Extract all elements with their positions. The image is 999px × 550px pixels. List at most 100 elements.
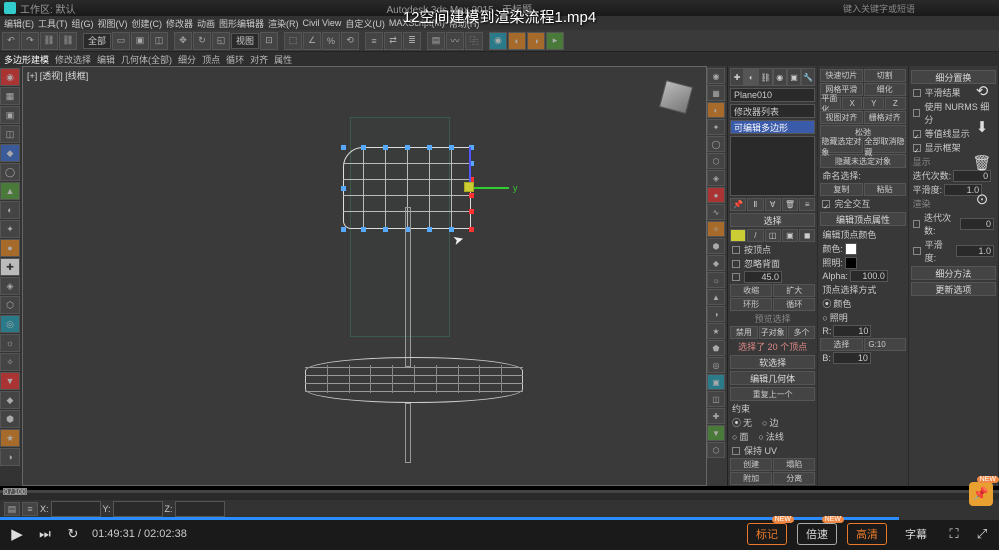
- ribbon-geom[interactable]: 几何体(全部): [121, 53, 172, 66]
- loop-button[interactable]: 循环: [773, 298, 815, 311]
- color-swatch[interactable]: [845, 243, 857, 255]
- schematic-button[interactable]: ⿻: [465, 32, 483, 50]
- copy-button[interactable]: 复制: [820, 183, 862, 196]
- vt-btn-16[interactable]: ★: [707, 323, 725, 339]
- use-nurms-check[interactable]: [913, 109, 921, 117]
- tessellate-button[interactable]: 细化: [864, 83, 906, 96]
- align-button[interactable]: ≣: [403, 32, 421, 50]
- layer-button[interactable]: ▤: [427, 32, 445, 50]
- viewport[interactable]: [+] [透视] [线框]: [22, 66, 707, 486]
- snap-button[interactable]: ⬚: [284, 32, 302, 50]
- vt-btn-13[interactable]: ☼: [707, 272, 725, 288]
- b-spinner[interactable]: 10: [833, 352, 871, 364]
- vt-btn-12[interactable]: ◆: [707, 255, 725, 271]
- link-button[interactable]: ⛓: [40, 32, 58, 50]
- mark-button[interactable]: 标记NEW: [747, 523, 787, 545]
- r-spinner[interactable]: 10: [833, 325, 871, 337]
- preview-multi[interactable]: 多个: [788, 326, 816, 339]
- paste-button[interactable]: 粘贴: [864, 183, 906, 196]
- lt-btn-2[interactable]: ▦: [0, 87, 20, 105]
- alpha-spinner[interactable]: 100.0: [850, 270, 888, 282]
- rollout-softsel[interactable]: 软选择: [730, 355, 815, 369]
- pivot-button[interactable]: ⊡: [260, 32, 278, 50]
- menu-tools[interactable]: 工具(T): [38, 17, 68, 30]
- vt-btn-14[interactable]: ▲: [707, 289, 725, 305]
- lt-btn-16[interactable]: ✧: [0, 353, 20, 371]
- menu-civil[interactable]: Civil View: [303, 18, 342, 28]
- ribbon-polymodel[interactable]: 多边形建模: [4, 53, 49, 66]
- lt-btn-12[interactable]: ◈: [0, 277, 20, 295]
- vt-btn-21[interactable]: ✚: [707, 408, 725, 424]
- lt-btn-17[interactable]: ▼: [0, 372, 20, 390]
- tab-utilities[interactable]: 🔧: [801, 68, 815, 86]
- vt-btn-5[interactable]: ◯: [707, 136, 725, 152]
- named-sel-button[interactable]: ≡: [365, 32, 383, 50]
- ref-coord[interactable]: 视图: [231, 33, 259, 49]
- vt-btn-22[interactable]: ▼: [707, 425, 725, 441]
- menu-group[interactable]: 组(G): [72, 17, 94, 30]
- curve-editor-button[interactable]: 〰: [446, 32, 464, 50]
- select-button[interactable]: ▭: [112, 32, 130, 50]
- selection-filter[interactable]: 全部: [83, 33, 111, 49]
- render-button[interactable]: ▸: [546, 32, 564, 50]
- coord-z-field[interactable]: [175, 501, 225, 517]
- subobj-border[interactable]: ◫: [765, 229, 781, 242]
- timeline[interactable]: 0 / 100: [0, 490, 999, 500]
- ribbon-props[interactable]: 属性: [274, 53, 292, 66]
- by-angle-check[interactable]: [732, 273, 740, 281]
- quality-button[interactable]: 高清: [847, 523, 887, 545]
- lt-btn-9[interactable]: ✦: [0, 220, 20, 238]
- by-vertex-check[interactable]: [732, 246, 740, 254]
- viewcube[interactable]: [656, 77, 696, 117]
- pip-button[interactable]: ⛶: [945, 525, 963, 543]
- vt-btn-6[interactable]: ⬡: [707, 153, 725, 169]
- subobj-vertex[interactable]: ·: [730, 229, 746, 242]
- modifier-stack[interactable]: [730, 136, 815, 196]
- lt-btn-19[interactable]: ⬢: [0, 410, 20, 428]
- hide-sel-button[interactable]: 隐藏选定对象: [820, 140, 862, 153]
- show-end-result-button[interactable]: Ⅱ: [747, 198, 763, 211]
- vt-btn-3[interactable]: ◐: [707, 102, 725, 118]
- viewport-label[interactable]: [+] [透视] [线框]: [27, 69, 88, 82]
- ribbon-vertex[interactable]: 顶点: [202, 53, 220, 66]
- planar-x[interactable]: X: [842, 97, 863, 110]
- search-hint[interactable]: 键入关键字或短语: [843, 2, 915, 15]
- lt-btn-4[interactable]: ◫: [0, 125, 20, 143]
- lt-btn-13[interactable]: ⬡: [0, 296, 20, 314]
- percent-snap-button[interactable]: %: [322, 32, 340, 50]
- rollout-update-opts[interactable]: 更新选项: [911, 282, 996, 296]
- lt-btn-20[interactable]: ★: [0, 429, 20, 447]
- smooth-result-check[interactable]: [913, 89, 921, 97]
- menu-graph[interactable]: 图形编辑器: [219, 17, 264, 30]
- vt-btn-9[interactable]: ∿: [707, 204, 725, 220]
- play-button[interactable]: ▶: [8, 525, 26, 543]
- share-icon[interactable]: ⟲: [971, 80, 993, 102]
- vt-btn-18[interactable]: ◎: [707, 357, 725, 373]
- menu-custom[interactable]: 自定义(U): [345, 17, 385, 30]
- menu-create[interactable]: 创建(C): [132, 17, 163, 30]
- vt-btn-4[interactable]: ✦: [707, 119, 725, 135]
- timeline-handle[interactable]: 0 / 100: [3, 488, 27, 495]
- more-icon[interactable]: ⊙: [971, 188, 993, 210]
- maxscript-listener-icon[interactable]: ▤: [4, 502, 20, 516]
- illum-swatch[interactable]: [845, 257, 857, 269]
- angle-snap-button[interactable]: ∠: [303, 32, 321, 50]
- vt-btn-11[interactable]: ⬢: [707, 238, 725, 254]
- pin-button[interactable]: NEW: [969, 482, 993, 506]
- subtitle-button[interactable]: 字幕: [897, 524, 935, 544]
- vt-btn-7[interactable]: ◈: [707, 170, 725, 186]
- select-name-button[interactable]: ▣: [131, 32, 149, 50]
- scale-button[interactable]: ◱: [212, 32, 230, 50]
- tab-hierarchy[interactable]: ⛓: [758, 68, 772, 86]
- ring-button[interactable]: 环形: [730, 298, 772, 311]
- next-button[interactable]: ⏭: [36, 525, 54, 543]
- lt-btn-15[interactable]: ☼: [0, 334, 20, 352]
- lt-btn-6[interactable]: ◯: [0, 163, 20, 181]
- vt-btn-15[interactable]: ◑: [707, 306, 725, 322]
- modifier-stack-item[interactable]: 可编辑多边形: [730, 120, 815, 134]
- grow-button[interactable]: 扩大: [773, 284, 815, 297]
- preview-off[interactable]: 禁用: [730, 326, 758, 339]
- vt-btn-17[interactable]: ⬟: [707, 340, 725, 356]
- select-by-button[interactable]: 选择: [820, 338, 862, 351]
- vt-btn-19[interactable]: ▣: [707, 374, 725, 390]
